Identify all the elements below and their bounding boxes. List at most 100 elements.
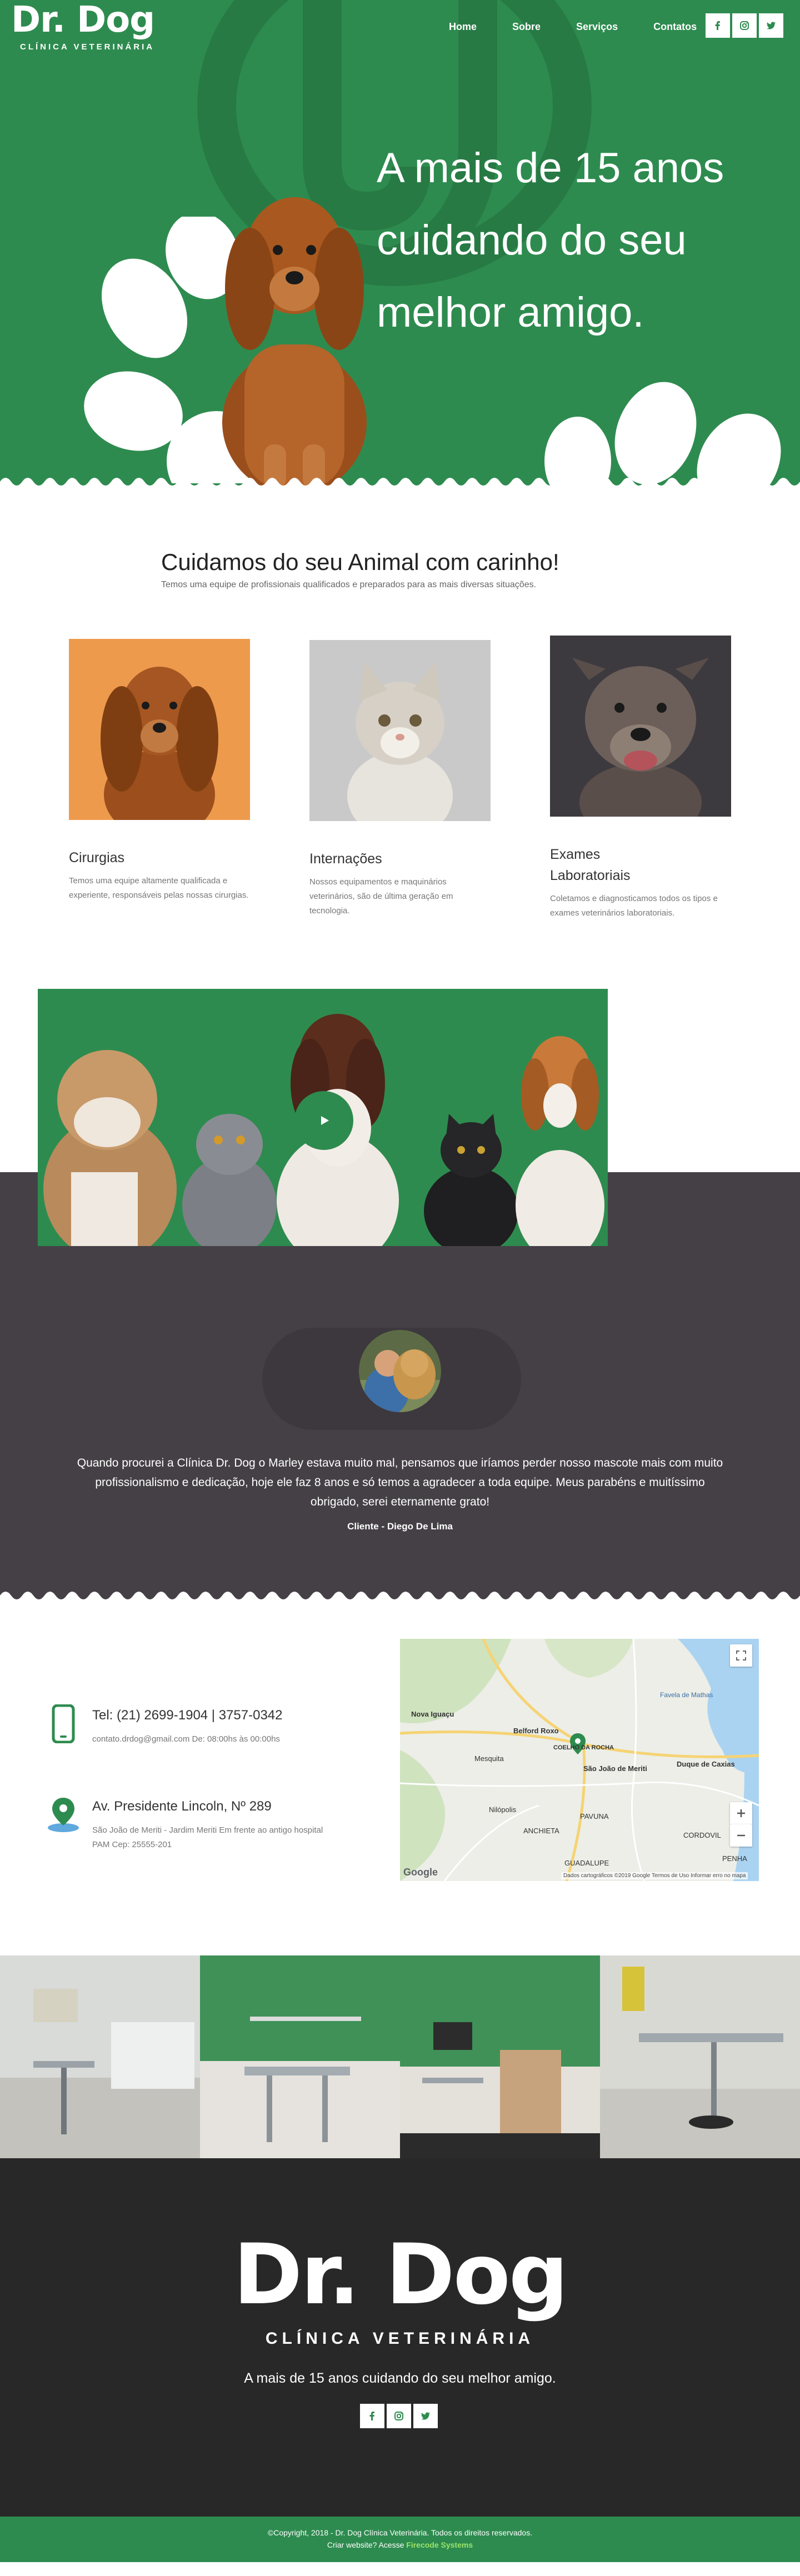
gallery-photo-3 bbox=[400, 1955, 600, 2158]
facebook-icon bbox=[715, 21, 720, 30]
footer-social-links bbox=[360, 2404, 438, 2428]
service-card-exames: Exames Laboratoriais Coletamos e diagnos… bbox=[550, 636, 733, 921]
location-pin-icon bbox=[48, 1798, 79, 1832]
pitbull-photo bbox=[550, 636, 731, 841]
instagram-icon bbox=[394, 2412, 403, 2420]
menu-item-servicos[interactable]: Serviços bbox=[576, 21, 618, 33]
minus-icon bbox=[737, 1834, 745, 1837]
twitter-button[interactable] bbox=[413, 2404, 438, 2428]
paws-right-icon bbox=[544, 382, 781, 489]
credit-link[interactable]: Firecode Systems bbox=[406, 2540, 473, 2549]
gallery-photo-1 bbox=[0, 1955, 200, 2158]
map-attribution[interactable]: Dados cartográficos ©2019 Google Termos … bbox=[561, 1872, 748, 1879]
facebook-button[interactable] bbox=[360, 2404, 384, 2428]
hero-line-1: A mais de 15 anos bbox=[377, 144, 724, 192]
instagram-button[interactable] bbox=[387, 2404, 411, 2428]
service-text: Temos uma equipe altamente qualificada e… bbox=[69, 876, 249, 900]
twitter-icon bbox=[421, 2412, 430, 2420]
menu-item-contatos[interactable]: Contatos bbox=[653, 21, 697, 33]
map-label: Nova Iguaçu bbox=[411, 1710, 454, 1718]
map-label: CORDOVIL bbox=[683, 1831, 721, 1839]
instagram-button[interactable] bbox=[732, 13, 757, 38]
service-card-cirurgias: Cirurgias Temos uma equipe altamente qua… bbox=[69, 639, 252, 903]
service-text: Nossos equipamentos e maquinários veteri… bbox=[309, 877, 453, 916]
video-testimonial-section: Quando procurei a Clínica Dr. Dog o Marl… bbox=[0, 989, 800, 1603]
map-label: PENHA bbox=[722, 1854, 747, 1863]
clinic-room-image bbox=[0, 1955, 200, 2158]
clinic-room-image bbox=[400, 1955, 600, 2158]
kitten-photo bbox=[309, 640, 491, 840]
dachshund-photo bbox=[69, 639, 250, 839]
twitter-button[interactable] bbox=[759, 13, 783, 38]
service-title: Exames Laboratoriais bbox=[550, 847, 631, 883]
hero-line-2: cuidando do seu bbox=[377, 217, 687, 264]
map-label: Nilópolis bbox=[489, 1805, 517, 1814]
testimonial-avatar bbox=[359, 1330, 441, 1412]
map-label: Belford Roxo bbox=[513, 1727, 559, 1735]
address-street: Av. Presidente Lincoln, Nº 289 bbox=[92, 1799, 272, 1814]
footer-tagline: A mais de 15 anos cuidando do seu melhor… bbox=[244, 2370, 556, 2386]
fullscreen-icon bbox=[736, 1650, 746, 1660]
hero-headline: A mais de 15 anos cuidando do seu melhor… bbox=[377, 132, 777, 349]
twitter-icon bbox=[767, 22, 776, 29]
service-title: Cirurgias bbox=[69, 850, 125, 866]
brand-subtitle: CLÍNICA VETERINÁRIA bbox=[20, 42, 155, 52]
play-icon bbox=[321, 1116, 329, 1125]
footer-brand-title: Dr. Dog bbox=[233, 2227, 568, 2323]
menu-item-home[interactable]: Home bbox=[449, 21, 477, 33]
gallery-photo-4 bbox=[600, 1955, 800, 2158]
map-label: GUADALUPE bbox=[564, 1859, 609, 1867]
credit-prefix: Criar website? Acesse bbox=[327, 2540, 404, 2549]
hero-section: Dr. Dog CLÍNICA VETERINÁRIA Home Sobre S… bbox=[0, 0, 800, 489]
services-title: Cuidamos do seu Animal com carinho! bbox=[161, 549, 559, 575]
testimonial-quote: Quando procurei a Clínica Dr. Dog o Marl… bbox=[77, 1457, 723, 1508]
copyright-text: ©Copyright, 2018 - Dr. Dog Clínica Veter… bbox=[267, 2528, 533, 2537]
brand-title: Dr. Dog bbox=[11, 0, 155, 41]
map-label: ANCHIETA bbox=[523, 1827, 559, 1835]
service-title: Internações bbox=[309, 851, 382, 867]
top-navbar: Dr. Dog CLÍNICA VETERINÁRIA Home Sobre S… bbox=[0, 0, 800, 56]
gallery-photo-2 bbox=[200, 1955, 400, 2158]
map-zoom-out-button[interactable] bbox=[730, 1824, 752, 1847]
phone-number[interactable]: Tel: (21) 2699-1904 | 3757-0342 bbox=[92, 1708, 282, 1723]
map-label: São João de Meriti bbox=[583, 1764, 647, 1773]
wave-divider bbox=[0, 478, 800, 489]
plus-icon bbox=[737, 1809, 745, 1817]
footer: Dr. Dog CLÍNICA VETERINÁRIA A mais de 15… bbox=[0, 2158, 800, 2517]
main-menu: Home Sobre Serviços Contatos bbox=[449, 21, 697, 33]
google-map[interactable]: Nova Iguaçu Belford Roxo Mesquita COELHO… bbox=[400, 1639, 759, 1881]
clinic-room-image bbox=[200, 1955, 400, 2158]
service-text: Coletamos e diagnosticamos todos os tipo… bbox=[550, 894, 718, 918]
facebook-icon bbox=[369, 2412, 374, 2420]
social-links bbox=[706, 13, 783, 38]
google-logo: Google bbox=[403, 1867, 438, 1878]
map-label: Duque de Caxias bbox=[677, 1760, 735, 1768]
hero-dog-image bbox=[222, 197, 367, 489]
map-label: COELHO DA ROCHA bbox=[553, 1744, 614, 1751]
clinic-gallery bbox=[0, 1955, 800, 2158]
video-player[interactable] bbox=[38, 989, 608, 1246]
brand-logo[interactable]: Dr. Dog CLÍNICA VETERINÁRIA bbox=[11, 0, 155, 52]
map-label: Favela de Mathas bbox=[660, 1691, 713, 1699]
map-label: Mesquita bbox=[474, 1754, 504, 1763]
map-zoom-in-button[interactable] bbox=[730, 1802, 752, 1824]
services-lead: Temos uma equipe de profissionais qualif… bbox=[161, 580, 537, 589]
service-card-internacoes: Internações Nossos equipamentos e maquin… bbox=[309, 640, 493, 918]
testimonial-author: Cliente - Diego De Lima bbox=[347, 1521, 453, 1532]
map-label: PAVUNA bbox=[580, 1812, 609, 1820]
phone-icon bbox=[52, 1704, 75, 1743]
facebook-button[interactable] bbox=[706, 13, 730, 38]
instagram-icon bbox=[740, 21, 749, 30]
credit-line: Criar website? Acesse Firecode Systems bbox=[0, 2539, 800, 2551]
email-hours: contato.drdog@gmail.com De: 08:00hs às 0… bbox=[92, 1734, 280, 1744]
map-fullscreen-button[interactable] bbox=[730, 1644, 752, 1667]
services-section: Cuidamos do seu Animal com carinho! Temo… bbox=[0, 489, 800, 989]
copyright-bar: ©Copyright, 2018 - Dr. Dog Clínica Veter… bbox=[0, 2517, 800, 2562]
menu-item-sobre[interactable]: Sobre bbox=[512, 21, 541, 33]
video-play-button[interactable] bbox=[294, 1091, 353, 1150]
hero-line-3: melhor amigo. bbox=[377, 289, 644, 336]
contact-section: Tel: (21) 2699-1904 | 3757-0342 contato.… bbox=[0, 1600, 800, 1955]
clinic-room-image bbox=[600, 1955, 800, 2158]
footer-brand-subtitle: CLÍNICA VETERINÁRIA bbox=[265, 2329, 535, 2348]
address-details: São João de Meriti - Jardim Meriti Em fr… bbox=[92, 1825, 323, 1849]
